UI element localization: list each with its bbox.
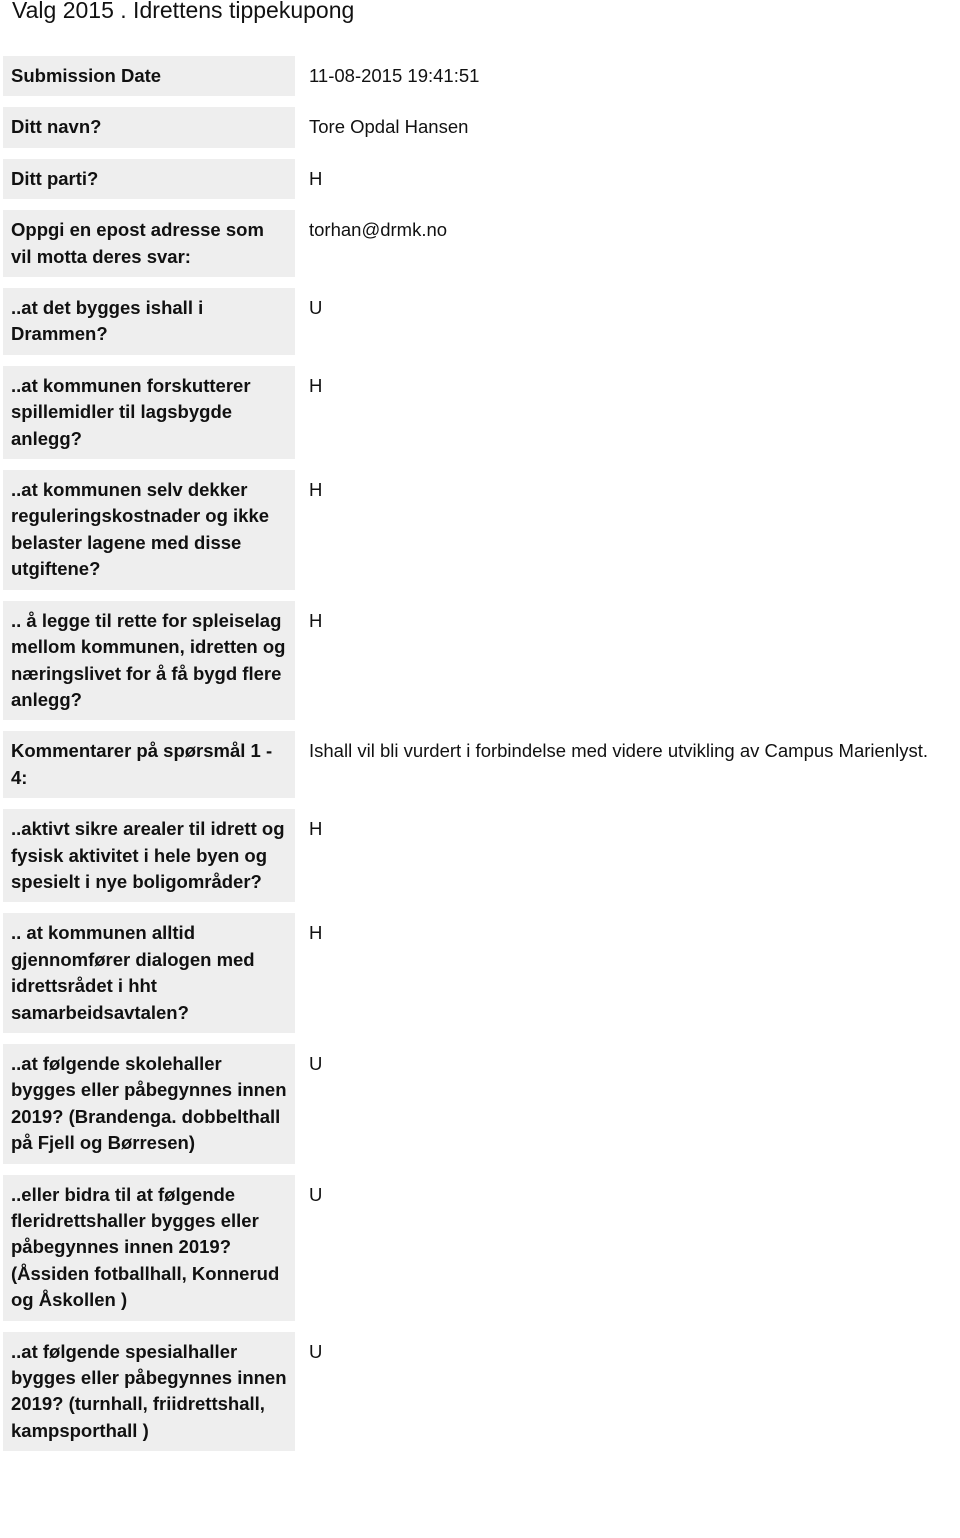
field-label: ..at kommunen selv dekker reguleringskos… [3,470,295,590]
row-question: ..at kommunen selv dekker reguleringskos… [3,470,960,590]
field-value: H [309,922,323,944]
field-value: U [309,1340,323,1362]
row-question: ..eller bidra til at følgende fleridrett… [3,1174,960,1321]
field-value: H [309,374,323,396]
field-label: ..eller bidra til at følgende fleridrett… [3,1174,295,1321]
row-name: Ditt navn? Tore Opdal Hansen [3,107,960,148]
field-label: Submission Date [3,56,295,97]
field-value: H [309,609,323,631]
field-label: ..at følgende skolehaller bygges eller p… [3,1043,295,1164]
field-label: ..at det bygges ishall i Drammen? [3,288,295,355]
row-submission-date: Submission Date 11-08-2015 19:41:51 [3,56,960,97]
field-value: U [309,1183,323,1205]
row-question: ..at det bygges ishall i Drammen? U [3,288,960,355]
field-label: .. at kommunen alltid gjennomfører dialo… [3,913,295,1033]
field-value: H [309,479,323,501]
field-label: Ditt parti? [3,158,295,200]
row-question: .. å legge til rette for spleiselag mell… [3,600,960,721]
field-label: ..at følgende spesialhaller bygges eller… [3,1331,295,1452]
field-label: Kommentarer på spørsmål 1 - 4: [3,731,295,799]
field-label: .. å legge til rette for spleiselag mell… [3,600,295,721]
row-question: ..at følgende skolehaller bygges eller p… [3,1043,960,1164]
row-party: Ditt parti? H [3,158,960,200]
field-label: ..at kommunen forskutterer spillemidler … [3,365,295,460]
field-value: H [309,167,323,189]
row-question: .. at kommunen alltid gjennomfører dialo… [3,913,960,1033]
row-comments: Kommentarer på spørsmål 1 - 4: Ishall vi… [3,731,960,799]
field-label: Ditt navn? [3,107,295,148]
field-value: H [309,818,323,840]
field-label: Oppgi en epost adresse som vil motta der… [3,210,295,278]
row-question: ..at følgende spesialhaller bygges eller… [3,1331,960,1452]
row-question: ..at kommunen forskutterer spillemidler … [3,365,960,460]
field-value: torhan@drmk.no [309,219,448,241]
field-value: Tore Opdal Hansen [309,116,469,138]
field-label: ..aktivt sikre arealer til idrett og fys… [3,809,295,903]
field-value: U [309,1052,323,1074]
row-email: Oppgi en epost adresse som vil motta der… [3,210,960,278]
row-question: ..aktivt sikre arealer til idrett og fys… [3,809,960,903]
field-value: U [309,297,323,319]
page-title: Valg 2015 . Idrettens tippekupong [12,0,355,23]
submission-table: Submission Date 11-08-2015 19:41:51 Ditt… [3,56,960,1462]
field-value: Ishall vil bli vurdert i forbindelse med… [309,740,928,762]
field-value: 11-08-2015 19:41:51 [309,65,480,86]
